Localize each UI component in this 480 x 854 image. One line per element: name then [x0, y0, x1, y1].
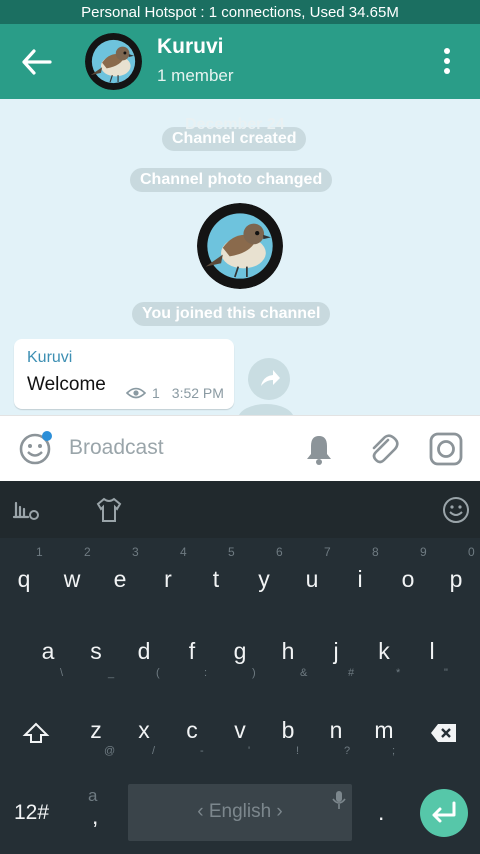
message-bubble[interactable]: Kuruvi Welcome 1 3:52 PM	[14, 339, 234, 409]
key-e[interactable]: e	[108, 566, 132, 593]
key-symbol-hint: :	[204, 667, 208, 679]
key-v[interactable]: v	[228, 717, 252, 744]
key-o[interactable]: o	[396, 566, 420, 593]
channel-avatar[interactable]	[85, 33, 142, 90]
bird-icon	[197, 203, 283, 289]
back-arrow-icon[interactable]	[20, 48, 54, 76]
more-vert-icon[interactable]	[437, 46, 457, 76]
status-text: Personal Hotspot : 1 connections, Used 3…	[81, 3, 399, 21]
share-arrow-icon	[261, 370, 280, 386]
channel-photo[interactable]	[197, 203, 283, 289]
enter-arrow-icon	[432, 801, 456, 823]
keyboard-emoji-icon[interactable]	[441, 495, 471, 525]
key-symbol-hint: !	[296, 745, 300, 757]
key-f[interactable]: f	[180, 638, 204, 665]
key-c[interactable]: c	[180, 717, 204, 744]
key-number-hint: 9	[420, 545, 427, 559]
key-number-hint: 6	[276, 545, 283, 559]
backspace-icon[interactable]	[430, 722, 458, 744]
status-bar: Personal Hotspot : 1 connections, Used 3…	[0, 0, 480, 24]
key-y[interactable]: y	[252, 566, 276, 593]
key-number-hint: 1	[36, 545, 43, 559]
emoji-icon[interactable]	[18, 430, 54, 466]
message-author: Kuruvi	[27, 349, 73, 366]
key-u[interactable]: u	[300, 566, 324, 593]
chat-area: Channel created December 24 Channel phot…	[0, 99, 480, 415]
key-z[interactable]: z	[84, 717, 108, 744]
message-meta: 1 3:52 PM	[126, 385, 224, 401]
theme-shirt-icon[interactable]	[94, 495, 124, 525]
key-symbol-hint: _	[108, 667, 115, 679]
space-key[interactable]: ‹ English ›	[128, 784, 352, 841]
enter-key[interactable]	[420, 789, 468, 837]
comma-key[interactable]: ,	[92, 803, 98, 830]
key-symbol-hint: ?	[344, 745, 351, 757]
message-input-bar: Broadcast	[0, 415, 480, 481]
shift-icon[interactable]	[22, 721, 50, 745]
service-message-photo: Channel photo changed	[130, 168, 333, 192]
app-bar: Kuruvi 1 member	[0, 24, 480, 99]
key-symbol-hint: #	[348, 667, 355, 679]
language-label: ‹ English ›	[197, 801, 283, 822]
period-key[interactable]: .	[378, 799, 384, 826]
key-s[interactable]: s	[84, 638, 108, 665]
key-m[interactable]: m	[372, 717, 396, 744]
key-symbol-hint: @	[104, 745, 116, 757]
key-i[interactable]: i	[348, 566, 372, 593]
key-symbol-hint: "	[444, 667, 448, 679]
bird-icon	[85, 33, 142, 90]
view-count: 1	[152, 385, 160, 401]
scroll-down-button[interactable]	[238, 404, 294, 415]
service-message-joined: You joined this channel	[132, 302, 331, 326]
views-eye-icon	[126, 387, 146, 399]
key-n[interactable]: n	[324, 717, 348, 744]
broadcast-input[interactable]: Broadcast	[69, 436, 164, 460]
key-t[interactable]: t	[204, 566, 228, 593]
member-count: 1 member	[157, 66, 234, 85]
key-p[interactable]: p	[444, 566, 468, 593]
key-r[interactable]: r	[156, 566, 180, 593]
mic-icon	[332, 791, 346, 809]
keyboard-toolbar	[0, 481, 480, 538]
key-x[interactable]: x	[132, 717, 156, 744]
key-number-hint: 3	[132, 545, 139, 559]
key-symbol-hint: '	[248, 745, 251, 757]
key-b[interactable]: b	[276, 717, 300, 744]
key-symbol-hint: &	[300, 667, 308, 679]
key-number-hint: 4	[180, 545, 187, 559]
attach-icon[interactable]	[366, 432, 400, 466]
key-l[interactable]: l	[420, 638, 444, 665]
key-number-hint: 0	[468, 545, 475, 559]
message-text: Welcome	[27, 374, 106, 395]
key-symbol-hint: \	[60, 667, 64, 679]
key-w[interactable]: w	[60, 566, 84, 593]
key-number-hint: 2	[84, 545, 91, 559]
message-time: 3:52 PM	[171, 385, 224, 401]
key-h[interactable]: h	[276, 638, 300, 665]
date-pill: December 24	[185, 116, 285, 133]
key-symbol-hint: -	[200, 745, 204, 757]
key-a[interactable]: a	[36, 638, 60, 665]
channel-title[interactable]: Kuruvi	[157, 35, 224, 59]
key-symbol-hint: )	[252, 667, 256, 679]
gesture-typing-icon[interactable]	[10, 495, 40, 525]
symbols-key[interactable]: 12#	[14, 801, 49, 825]
soft-keyboard: 1q2w3e4r5t6y7u8i9o0p a \ s _ d(f: g) h & j # k * l " …	[0, 481, 480, 854]
key-symbol-hint: ;	[392, 745, 396, 757]
share-button[interactable]	[248, 358, 290, 400]
key-symbol-hint: (	[156, 667, 160, 679]
key-j[interactable]: j	[324, 638, 348, 665]
key-number-hint: 8	[372, 545, 379, 559]
key-symbol-hint: /	[152, 745, 156, 757]
key-symbol-hint: *	[396, 667, 401, 679]
key-q[interactable]: q	[12, 566, 36, 593]
key-number-hint: 5	[228, 545, 235, 559]
camera-icon[interactable]	[427, 430, 465, 468]
key-g[interactable]: g	[228, 638, 252, 665]
key-k[interactable]: k	[372, 638, 396, 665]
key-d[interactable]: d	[132, 638, 156, 665]
key-number-hint: 7	[324, 545, 331, 559]
bell-icon[interactable]	[302, 432, 336, 466]
language-name: English	[208, 801, 272, 822]
